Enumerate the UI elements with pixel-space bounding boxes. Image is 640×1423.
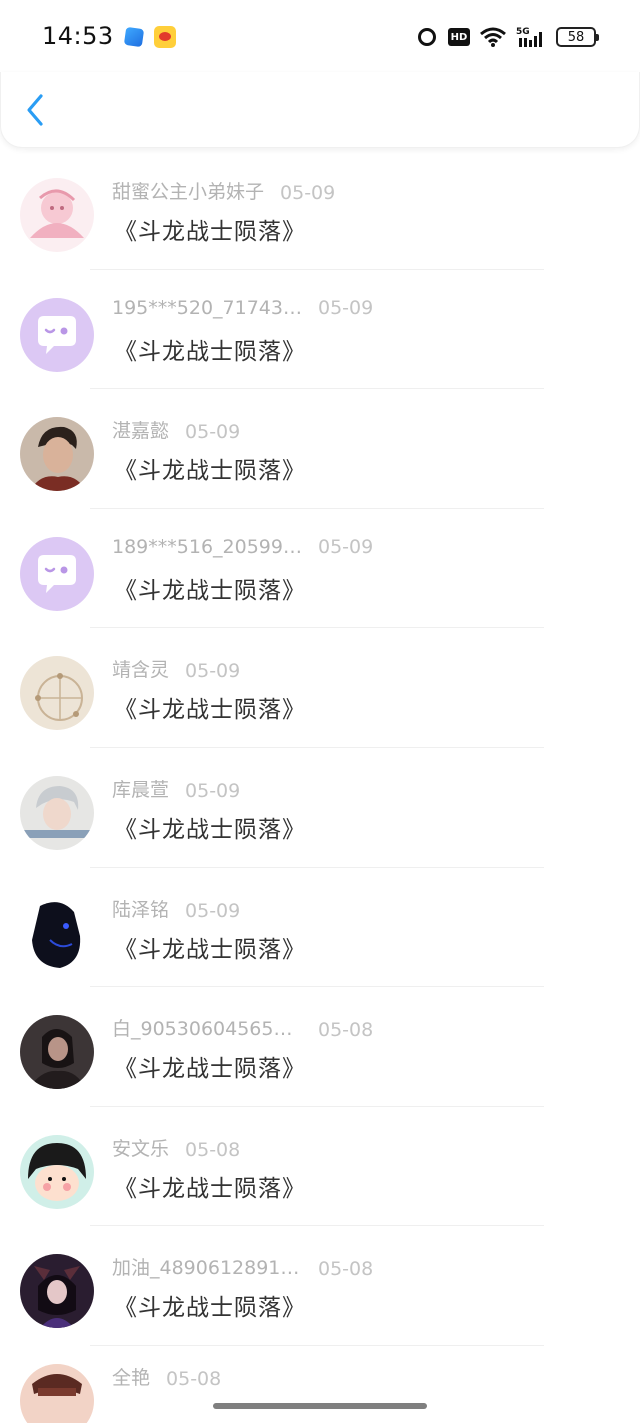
username: 195***520_7174374... bbox=[112, 296, 302, 319]
item-title: 《斗龙战士陨落》 bbox=[114, 219, 306, 245]
item-date: 05-09 bbox=[185, 779, 241, 802]
item-meta: 靖含灵 05-09 bbox=[112, 655, 240, 682]
list-item[interactable]: 靖含灵 05-09 《斗龙战士陨落》 bbox=[0, 628, 640, 748]
item-meta: 甜蜜公主小弟妹子 05-09 bbox=[112, 177, 335, 204]
item-title: 《斗龙战士陨落》 bbox=[114, 1175, 306, 1202]
username: 甜蜜公主小弟妹子 bbox=[112, 181, 265, 203]
battery-level: 58 bbox=[567, 29, 585, 45]
avatar[interactable] bbox=[20, 656, 94, 731]
avatar[interactable] bbox=[20, 297, 94, 372]
app-notification-icon bbox=[123, 26, 145, 48]
back-button[interactable] bbox=[19, 90, 55, 130]
item-title: 《斗龙战士陨落》 bbox=[114, 1295, 306, 1322]
item-date: 05-09 bbox=[185, 660, 241, 683]
username: 库晨萱 bbox=[112, 778, 170, 801]
item-date: 05-09 bbox=[185, 421, 241, 444]
alarm-icon bbox=[416, 26, 438, 48]
list-item[interactable]: 195***520_7174374... 05-09 《斗龙战士陨落》 bbox=[0, 270, 640, 390]
top-nav-bar bbox=[0, 72, 640, 148]
item-title: 《斗龙战士陨落》 bbox=[114, 577, 306, 604]
item-meta: 195***520_7174374... 05-09 bbox=[112, 297, 373, 319]
list-item[interactable]: 加油_48906128919... 05-08 《斗龙战士陨落》 bbox=[0, 1226, 640, 1346]
avatar[interactable] bbox=[20, 1015, 94, 1090]
username: 陆泽铭 bbox=[112, 898, 170, 921]
item-title: 《斗龙战士陨落》 bbox=[114, 697, 306, 724]
item-title: 《斗龙战士陨落》 bbox=[114, 816, 306, 843]
battery-indicator: 58 bbox=[556, 27, 599, 47]
item-meta: 全艳 05-08 bbox=[112, 1363, 221, 1390]
avatar[interactable] bbox=[20, 417, 94, 492]
avatar[interactable] bbox=[20, 1363, 94, 1423]
username: 189***516_205997... bbox=[112, 535, 302, 558]
item-meta: 安文乐 05-08 bbox=[112, 1134, 240, 1161]
status-icons: HD 5G 58 bbox=[416, 24, 599, 50]
item-date: 05-08 bbox=[318, 1258, 374, 1281]
item-date: 05-08 bbox=[185, 1138, 241, 1161]
message-list: 甜蜜公主小弟妹子 05-09 《斗龙战士陨落》 195***520_7174374… bbox=[0, 150, 640, 1423]
username: 安文乐 bbox=[112, 1137, 170, 1160]
item-date: 05-09 bbox=[185, 899, 241, 922]
list-item[interactable]: 陆泽铭 05-09 《斗龙战士陨落》 bbox=[0, 868, 640, 988]
network-label: 5G bbox=[516, 27, 530, 37]
avatar[interactable] bbox=[20, 536, 94, 611]
status-time: 14:53 bbox=[42, 22, 114, 50]
avatar[interactable] bbox=[20, 1254, 94, 1329]
item-meta: 白_905306045652... 05-08 bbox=[112, 1014, 373, 1041]
status-bar: 14:53 HD 5G 58 bbox=[0, 0, 640, 72]
weibo-notification-icon bbox=[154, 26, 176, 48]
username: 全艳 bbox=[112, 1366, 151, 1389]
username: 加油_48906128919... bbox=[112, 1257, 302, 1280]
item-title: 《斗龙战士陨落》 bbox=[114, 936, 306, 963]
item-meta: 陆泽铭 05-09 bbox=[112, 895, 240, 922]
avatar[interactable] bbox=[20, 775, 94, 850]
item-meta: 湛嘉懿 05-09 bbox=[112, 416, 240, 443]
item-title: 《斗龙战士陨落》 bbox=[114, 458, 306, 485]
avatar[interactable] bbox=[20, 178, 94, 252]
avatar[interactable] bbox=[20, 1134, 94, 1209]
list-item[interactable]: 全艳 05-08 bbox=[0, 1346, 640, 1423]
item-date: 05-08 bbox=[166, 1367, 222, 1390]
username: 湛嘉懿 bbox=[112, 420, 170, 443]
item-title: 《斗龙战士陨落》 bbox=[114, 338, 306, 365]
wifi-icon bbox=[480, 26, 506, 48]
list-item[interactable]: 白_905306045652... 05-08 《斗龙战士陨落》 bbox=[0, 987, 640, 1107]
item-meta: 加油_48906128919... 05-08 bbox=[112, 1253, 373, 1280]
avatar[interactable] bbox=[20, 895, 94, 970]
list-item[interactable]: 安文乐 05-08 《斗龙战士陨落》 bbox=[0, 1107, 640, 1227]
list-item[interactable]: 库晨萱 05-09 《斗龙战士陨落》 bbox=[0, 748, 640, 868]
chevron-left-icon bbox=[27, 94, 43, 126]
signal-icon: 5G bbox=[516, 26, 546, 48]
hd-icon: HD bbox=[448, 28, 470, 46]
item-date: 05-08 bbox=[318, 1019, 374, 1042]
home-indicator[interactable] bbox=[213, 1403, 427, 1409]
list-item[interactable]: 甜蜜公主小弟妹子 05-09 《斗龙战士陨落》 bbox=[0, 150, 640, 270]
item-date: 05-09 bbox=[318, 535, 374, 558]
item-date: 05-09 bbox=[280, 182, 336, 204]
username: 靖含灵 bbox=[112, 659, 170, 682]
item-meta: 库晨萱 05-09 bbox=[112, 775, 240, 802]
item-title: 《斗龙战士陨落》 bbox=[114, 1056, 306, 1083]
username: 白_905306045652... bbox=[112, 1018, 302, 1041]
list-item[interactable]: 湛嘉懿 05-09 《斗龙战士陨落》 bbox=[0, 389, 640, 509]
item-date: 05-09 bbox=[318, 296, 374, 319]
item-meta: 189***516_205997... 05-09 bbox=[112, 536, 373, 558]
list-item[interactable]: 189***516_205997... 05-09 《斗龙战士陨落》 bbox=[0, 509, 640, 629]
